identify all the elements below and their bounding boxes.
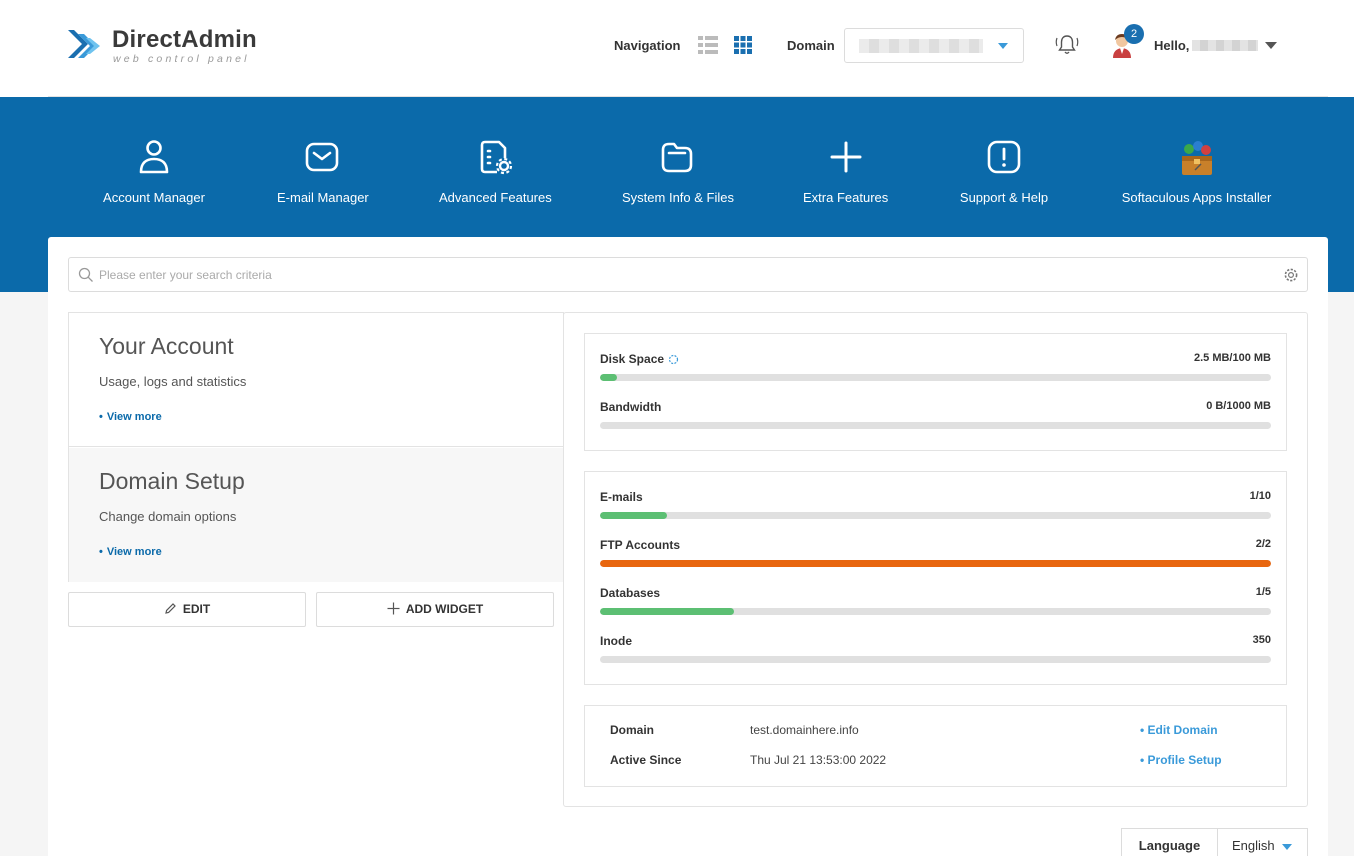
list-view-icon[interactable] [698, 36, 718, 54]
widgets-column: Your Account Usage, logs and statistics … [68, 312, 564, 582]
add-widget-button[interactable]: ADD WIDGET [316, 592, 554, 627]
progress-fill [600, 512, 668, 519]
domain-info-box: Domain test.domainhere.info • Edit Domai… [584, 705, 1287, 787]
user-icon [139, 140, 169, 174]
info-key: Active Since [610, 753, 682, 767]
search-bar[interactable] [68, 257, 1308, 292]
menu-label: Account Manager [103, 190, 205, 205]
card-subtitle: Usage, logs and statistics [99, 374, 247, 389]
progress-track [600, 608, 1271, 615]
menu-label: Support & Help [959, 190, 1049, 205]
stat-value: 0 B/1000 MB [1206, 400, 1271, 412]
folder-icon [661, 142, 693, 173]
search-input[interactable] [99, 258, 1269, 291]
navigation-label: Navigation [614, 38, 681, 53]
card-title: Domain Setup [99, 468, 245, 494]
your-account-card[interactable]: Your Account Usage, logs and statistics … [69, 313, 563, 447]
stat-value: 2/2 [1255, 538, 1271, 550]
menu-account-manager[interactable]: Account Manager [103, 138, 205, 205]
exclamation-icon [987, 140, 1021, 174]
profile-setup-link[interactable]: • Profile Setup [1140, 753, 1222, 767]
stat-name: Databases [600, 586, 661, 600]
stat-name: Inode [600, 634, 632, 648]
menu-label: Extra Features [803, 190, 889, 205]
progress-track [600, 512, 1271, 519]
domain-select[interactable] [844, 28, 1024, 63]
stat-value: 1/10 [1249, 490, 1271, 502]
plus-icon [387, 602, 400, 615]
bell-icon[interactable] [1054, 32, 1080, 58]
usage-box: Disk Space 2.5 MB/100 MB Bandwidth 0 B/1… [584, 333, 1287, 451]
logo-mark-icon [68, 30, 100, 58]
menu-support-help[interactable]: Support & Help [959, 138, 1049, 205]
language-label: Language [1122, 829, 1218, 856]
domain-label: Domain [787, 38, 835, 53]
language-selector[interactable]: Language English [1121, 828, 1308, 856]
menu-label: Softaculous Apps Installer [1121, 190, 1272, 205]
top-header: DirectAdmin web control panel Navigation… [0, 0, 1354, 97]
document-gear-icon [480, 140, 513, 175]
view-more-link[interactable]: • View more [99, 546, 162, 558]
menu-label: Advanced Features [439, 190, 552, 205]
search-icon [78, 267, 93, 282]
stat-name: E-mails [600, 490, 643, 504]
user-menu-chevron-icon[interactable] [1265, 42, 1277, 49]
main-panel: Your Account Usage, logs and statistics … [48, 237, 1328, 856]
gear-icon[interactable] [1283, 267, 1299, 283]
pencil-icon [165, 603, 176, 614]
hello-label: Hello, [1154, 38, 1190, 53]
stat-value: 1/5 [1255, 586, 1271, 598]
edit-button[interactable]: EDIT [68, 592, 306, 627]
menu-softaculous-apps-installer[interactable]: Softaculous Apps Installer [1121, 138, 1272, 205]
menu-email-manager[interactable]: E-mail Manager [277, 138, 369, 205]
edit-domain-link[interactable]: • Edit Domain [1140, 723, 1218, 737]
menu-extra-features[interactable]: Extra Features [803, 138, 888, 205]
menu-label: System Info & Files [622, 190, 734, 205]
directadmin-logo[interactable]: DirectAdmin web control panel [66, 24, 266, 68]
username-redacted [1192, 40, 1258, 51]
stats-column: Disk Space 2.5 MB/100 MB Bandwidth 0 B/1… [563, 312, 1308, 807]
logo-subtitle: web control panel [113, 53, 250, 65]
progress-track [600, 374, 1271, 381]
grid-view-icon[interactable] [734, 36, 752, 54]
progress-fill [600, 608, 735, 615]
notification-badge: 2 [1124, 24, 1144, 44]
card-subtitle: Change domain options [99, 509, 237, 524]
info-value: Thu Jul 21 13:53:00 2022 [750, 753, 887, 767]
domain-setup-card[interactable]: Domain Setup Change domain options • View… [69, 448, 563, 582]
language-value: English [1232, 838, 1275, 853]
stat-value: 2.5 MB/100 MB [1193, 352, 1271, 364]
progress-track [600, 422, 1271, 429]
info-key: Domain [610, 723, 655, 737]
limits-box: E-mails 1/10 FTP Accounts 2/2 Databases … [584, 471, 1287, 685]
progress-track [600, 656, 1271, 663]
info-value: test.domainhere.info [750, 723, 859, 737]
stat-name: FTP Accounts [600, 538, 681, 552]
progress-track [600, 560, 1271, 567]
domain-redacted [859, 39, 983, 53]
view-more-link[interactable]: • View more [99, 411, 162, 423]
chevron-down-icon [998, 43, 1008, 49]
menu-system-info-files[interactable]: System Info & Files [622, 138, 734, 205]
refresh-icon[interactable] [668, 354, 679, 365]
menu-advanced-features[interactable]: Advanced Features [439, 138, 552, 205]
envelope-icon [305, 142, 339, 172]
stat-name: Bandwidth [600, 400, 662, 414]
stat-name: Disk Space [600, 352, 665, 366]
menu-label: E-mail Manager [277, 190, 369, 205]
progress-fill [600, 374, 617, 381]
progress-fill [600, 560, 1271, 567]
card-title: Your Account [99, 333, 234, 359]
logo-title: DirectAdmin [112, 26, 257, 53]
softaculous-icon [1181, 141, 1212, 175]
chevron-down-icon [1282, 844, 1292, 850]
stat-value: 350 [1252, 634, 1271, 646]
plus-icon [830, 141, 861, 173]
